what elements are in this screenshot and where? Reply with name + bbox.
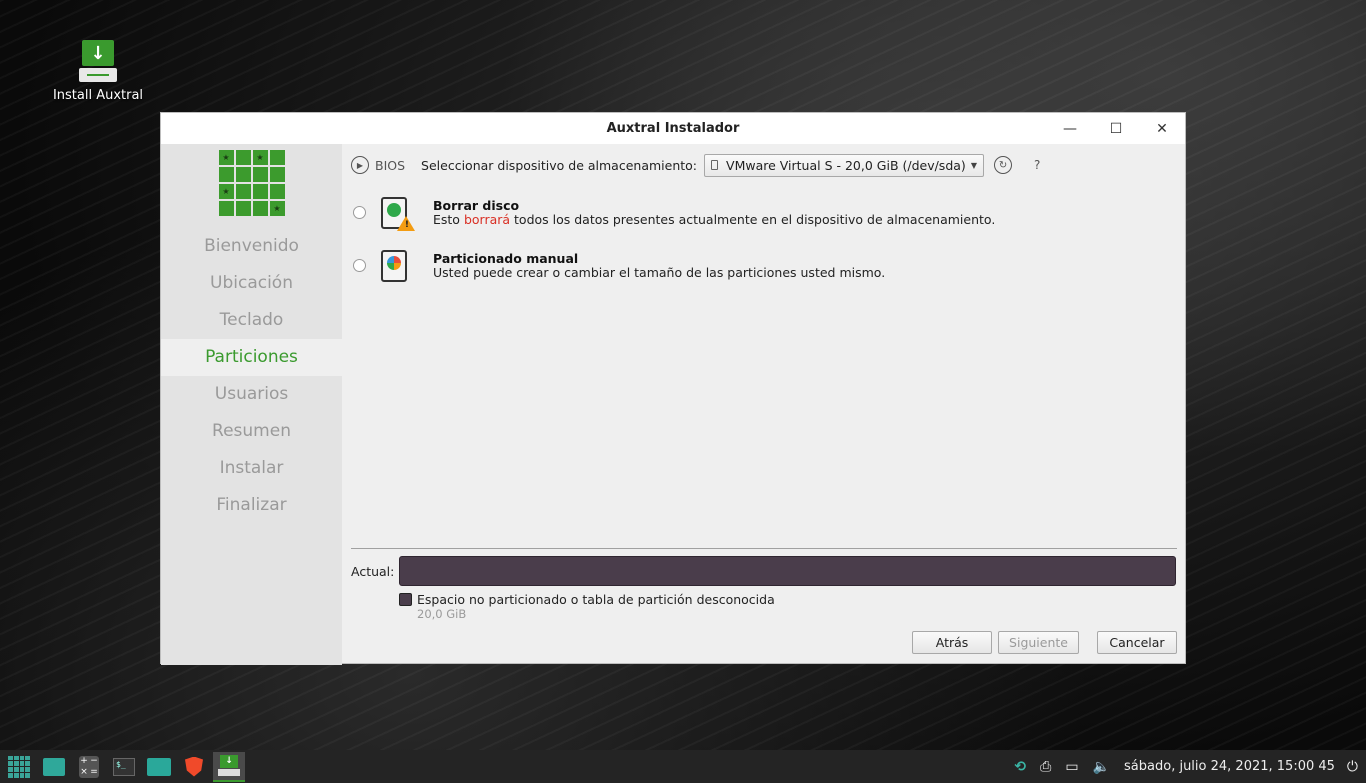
installer-icon: ↓ bbox=[218, 754, 240, 777]
system-tray: ⟲ ⎙ ▭ 🔈 sábado, julio 24, 2021, 15:00 45… bbox=[1014, 759, 1366, 775]
sync-icon[interactable]: ⟲ bbox=[1014, 759, 1026, 775]
calculator-launcher[interactable]: + − × = bbox=[73, 752, 105, 782]
back-button[interactable]: Atrás bbox=[912, 631, 993, 654]
step-teclado: Teclado bbox=[219, 310, 284, 330]
erase-disk-title: Borrar disco bbox=[433, 198, 520, 213]
step-particiones: Particiones bbox=[161, 339, 342, 376]
clock[interactable]: sábado, julio 24, 2021, 15:00 45 bbox=[1124, 759, 1335, 774]
desktop-icon bbox=[43, 757, 65, 776]
legend-size: 20,0 GiB bbox=[417, 607, 467, 621]
manual-partition-radio[interactable] bbox=[353, 259, 366, 272]
device-row: ▶ BIOS Seleccionar dispositivo de almace… bbox=[351, 153, 1177, 177]
help-button[interactable]: ? bbox=[1034, 158, 1040, 172]
option-manual-partition[interactable]: Particionado manual Usted puede crear o … bbox=[351, 250, 1177, 290]
divider bbox=[351, 548, 1177, 549]
device-select[interactable]: VMware Virtual S - 20,0 GiB (/dev/sda) ▼ bbox=[704, 153, 985, 177]
manual-partition-icon bbox=[381, 250, 407, 282]
next-button: Siguiente bbox=[998, 631, 1079, 654]
installer-window: Auxtral Instalador — ☐ ✕ ★ ★ ★ ★ Bienveni… bbox=[160, 112, 1186, 665]
legend-swatch bbox=[399, 593, 412, 606]
installer-icon: ↓ bbox=[79, 40, 117, 84]
steps-sidebar: ★ ★ ★ ★ Bienvenido Ubicación Teclado Part… bbox=[161, 144, 342, 665]
step-resumen: Resumen bbox=[212, 421, 291, 441]
network-icon[interactable]: ▭ bbox=[1065, 759, 1078, 775]
desktop-icon-label: Install Auxtral bbox=[52, 88, 144, 103]
bios-icon: ▶ bbox=[351, 156, 369, 174]
files-launcher[interactable] bbox=[143, 752, 175, 782]
step-usuarios: Usuarios bbox=[214, 384, 289, 404]
close-button[interactable]: ✕ bbox=[1139, 113, 1185, 144]
device-value: VMware Virtual S - 20,0 GiB (/dev/sda) bbox=[726, 157, 966, 173]
partition-bar bbox=[399, 556, 1176, 586]
legend-text: Espacio no particionado o tabla de parti… bbox=[417, 592, 775, 607]
taskbar: + − × = $_ ↓ ⟲ ⎙ ▭ 🔈 sábado, julio 24, 2021… bbox=[0, 750, 1366, 783]
volume-icon[interactable]: 🔈 bbox=[1093, 759, 1110, 775]
current-layout-row: Actual: bbox=[351, 555, 1177, 587]
grid-icon bbox=[8, 755, 30, 778]
auxtral-logo: ★ ★ ★ ★ bbox=[218, 150, 285, 216]
show-desktop-button[interactable] bbox=[38, 752, 70, 782]
calculator-icon: + − × = bbox=[79, 755, 99, 778]
step-ubicacion: Ubicación bbox=[210, 273, 293, 293]
folder-icon bbox=[147, 757, 171, 776]
cancel-button[interactable]: Cancelar bbox=[1097, 631, 1177, 654]
brave-launcher[interactable] bbox=[178, 752, 210, 782]
chevron-down-icon: ▼ bbox=[970, 160, 978, 170]
manual-partition-desc: Usted puede crear o cambiar el tamaño de… bbox=[433, 265, 886, 280]
step-bienvenido: Bienvenido bbox=[204, 236, 299, 256]
erase-disk-desc: Esto borrará todos los datos presentes a… bbox=[433, 212, 996, 227]
nav-buttons: Atrás Siguiente Cancelar bbox=[912, 631, 1177, 655]
erase-disk-icon: ! bbox=[381, 197, 415, 231]
terminal-launcher[interactable]: $_ bbox=[108, 752, 140, 782]
step-instalar: Instalar bbox=[219, 458, 284, 478]
option-erase-disk[interactable]: ! Borrar disco Esto borrará todos los da… bbox=[351, 197, 1177, 237]
maximize-button[interactable]: ☐ bbox=[1093, 113, 1139, 144]
terminal-icon: $_ bbox=[113, 757, 135, 776]
manual-partition-title: Particionado manual bbox=[433, 251, 579, 266]
bios-label: BIOS bbox=[375, 157, 406, 173]
partition-page: ▶ BIOS Seleccionar dispositivo de almace… bbox=[351, 144, 1177, 663]
drive-icon bbox=[711, 160, 719, 170]
refresh-icon[interactable]: ↻ bbox=[994, 156, 1013, 174]
erase-disk-radio[interactable] bbox=[353, 206, 366, 219]
install-auxtral-desktop-icon[interactable]: ↓ Install Auxtral bbox=[50, 40, 146, 103]
actual-label: Actual: bbox=[351, 564, 395, 579]
installer-task[interactable]: ↓ bbox=[213, 751, 245, 782]
window-title: Auxtral Instalador bbox=[606, 121, 740, 136]
power-icon[interactable]: ⏻ bbox=[1347, 759, 1358, 775]
titlebar[interactable]: Auxtral Instalador — ☐ ✕ bbox=[161, 113, 1185, 144]
app-menu-button[interactable] bbox=[3, 752, 35, 782]
brave-icon bbox=[185, 756, 203, 777]
minimize-button[interactable]: — bbox=[1047, 113, 1093, 144]
printer-icon[interactable]: ⎙ bbox=[1040, 759, 1051, 775]
step-finalizar: Finalizar bbox=[216, 495, 287, 515]
device-label: Seleccionar dispositivo de almacenamient… bbox=[421, 157, 698, 173]
